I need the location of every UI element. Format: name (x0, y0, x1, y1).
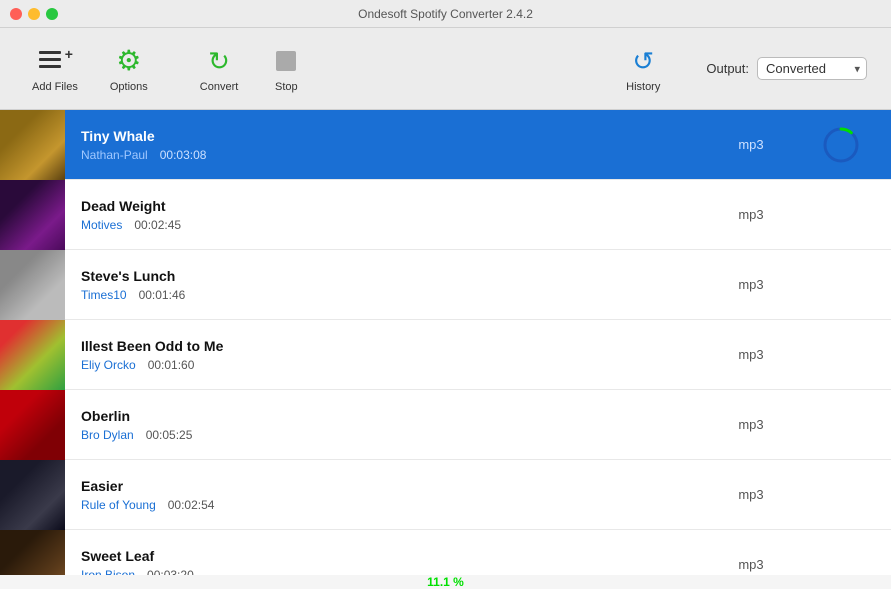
song-duration: 00:02:45 (134, 218, 181, 232)
song-artist[interactable]: Eliy Orcko (81, 358, 136, 372)
song-format-wrap: mp3 (711, 486, 791, 504)
song-title: Illest Been Odd to Me (81, 338, 695, 354)
maximize-button[interactable] (46, 8, 58, 20)
song-format-wrap: mp3 (711, 346, 791, 364)
song-title: Dead Weight (81, 198, 695, 214)
minimize-button[interactable] (28, 8, 40, 20)
song-format-wrap: mp3 (711, 276, 791, 294)
song-duration: 00:03:08 (160, 148, 207, 162)
song-artist[interactable]: Iron Bison (81, 568, 135, 576)
song-format: mp3 (738, 487, 763, 502)
song-row[interactable]: Sweet Leaf Iron Bison 00:03:20 mp3 (0, 530, 891, 575)
song-format-wrap: mp3 (711, 556, 791, 574)
song-format: mp3 (738, 557, 763, 572)
song-duration: 00:01:46 (139, 288, 186, 302)
song-meta: Bro Dylan 00:05:25 (81, 428, 695, 442)
song-thumbnail (0, 530, 65, 576)
song-info: Dead Weight Motives 00:02:45 (65, 198, 711, 232)
song-meta: Motives 00:02:45 (81, 218, 695, 232)
add-files-icon: + (39, 45, 71, 77)
song-format: mp3 (738, 207, 763, 222)
close-button[interactable] (10, 8, 22, 20)
song-row[interactable]: Dead Weight Motives 00:02:45 mp3 (0, 180, 891, 250)
song-thumbnail (0, 390, 65, 460)
song-artist[interactable]: Bro Dylan (81, 428, 134, 442)
convert-label: Convert (200, 81, 239, 93)
song-format-wrap: mp3 (711, 136, 791, 154)
stop-icon (270, 45, 302, 77)
song-info: Oberlin Bro Dylan 00:05:25 (65, 408, 711, 442)
song-row[interactable]: Oberlin Bro Dylan 00:05:25 mp3 (0, 390, 891, 460)
gear-icon: ⚙ (113, 45, 145, 77)
song-artist[interactable]: Nathan-Paul (81, 148, 148, 162)
convert-icon: ↻ (203, 45, 235, 77)
song-info: Tiny Whale Nathan-Paul 00:03:08 (65, 128, 711, 162)
song-row[interactable]: Steve's Lunch Times10 00:01:46 mp3 (0, 250, 891, 320)
output-label: Output: (706, 61, 749, 76)
options-button[interactable]: ⚙ Options (94, 45, 164, 93)
song-meta: Rule of Young 00:02:54 (81, 498, 695, 512)
history-label: History (626, 81, 660, 93)
song-meta: Times10 00:01:46 (81, 288, 695, 302)
song-format-wrap: mp3 (711, 206, 791, 224)
history-icon: ↺ (627, 45, 659, 77)
song-row[interactable]: Tiny Whale Nathan-Paul 00:03:08 mp3 11.1 % (0, 110, 891, 180)
output-select-wrapper[interactable]: ConvertedMusicDesktopDownloads (757, 57, 867, 80)
song-info: Sweet Leaf Iron Bison 00:03:20 (65, 548, 711, 576)
output-select[interactable]: ConvertedMusicDesktopDownloads (757, 57, 867, 80)
song-duration: 00:05:25 (146, 428, 193, 442)
song-format: mp3 (738, 347, 763, 362)
song-format: mp3 (738, 417, 763, 432)
title-bar: Ondesoft Spotify Converter 2.4.2 (0, 0, 891, 28)
progress-container: 11.1 % (822, 126, 860, 164)
song-format: mp3 (738, 137, 763, 152)
window-controls[interactable] (10, 8, 58, 20)
song-meta: Iron Bison 00:03:20 (81, 568, 695, 576)
song-duration: 00:01:60 (148, 358, 195, 372)
song-format: mp3 (738, 277, 763, 292)
song-title: Easier (81, 478, 695, 494)
song-list: Tiny Whale Nathan-Paul 00:03:08 mp3 11.1 % De… (0, 110, 891, 575)
song-row[interactable]: Easier Rule of Young 00:02:54 mp3 (0, 460, 891, 530)
stop-button[interactable]: Stop (254, 45, 318, 93)
song-thumbnail (0, 180, 65, 250)
song-duration: 00:03:20 (147, 568, 194, 576)
song-artist[interactable]: Rule of Young (81, 498, 156, 512)
song-info: Illest Been Odd to Me Eliy Orcko 00:01:60 (65, 338, 711, 372)
song-artist[interactable]: Motives (81, 218, 122, 232)
song-thumbnail (0, 460, 65, 530)
song-info: Easier Rule of Young 00:02:54 (65, 478, 711, 512)
history-button[interactable]: ↺ History (610, 45, 676, 93)
window-title: Ondesoft Spotify Converter 2.4.2 (358, 7, 533, 21)
song-row[interactable]: Illest Been Odd to Me Eliy Orcko 00:01:60 m… (0, 320, 891, 390)
song-info: Steve's Lunch Times10 00:01:46 (65, 268, 711, 302)
song-meta: Eliy Orcko 00:01:60 (81, 358, 695, 372)
song-title: Tiny Whale (81, 128, 695, 144)
song-thumbnail (0, 110, 65, 180)
add-files-label: Add Files (32, 81, 78, 93)
options-label: Options (110, 81, 148, 93)
stop-label: Stop (275, 81, 298, 93)
song-duration: 00:02:54 (168, 498, 215, 512)
output-area: Output: ConvertedMusicDesktopDownloads (706, 57, 867, 80)
song-thumbnail (0, 250, 65, 320)
song-title: Steve's Lunch (81, 268, 695, 284)
song-artist[interactable]: Times10 (81, 288, 127, 302)
song-meta: Nathan-Paul 00:03:08 (81, 148, 695, 162)
song-title: Oberlin (81, 408, 695, 424)
song-thumbnail (0, 320, 65, 390)
convert-button[interactable]: ↻ Convert (184, 45, 255, 93)
progress-circle (822, 126, 860, 164)
song-title: Sweet Leaf (81, 548, 695, 564)
toolbar: + Add Files ⚙ Options ↻ Convert Stop ↺ H… (0, 28, 891, 110)
add-files-button[interactable]: + Add Files (16, 45, 94, 93)
song-format-wrap: mp3 (711, 416, 791, 434)
song-status: 11.1 % (791, 126, 891, 164)
